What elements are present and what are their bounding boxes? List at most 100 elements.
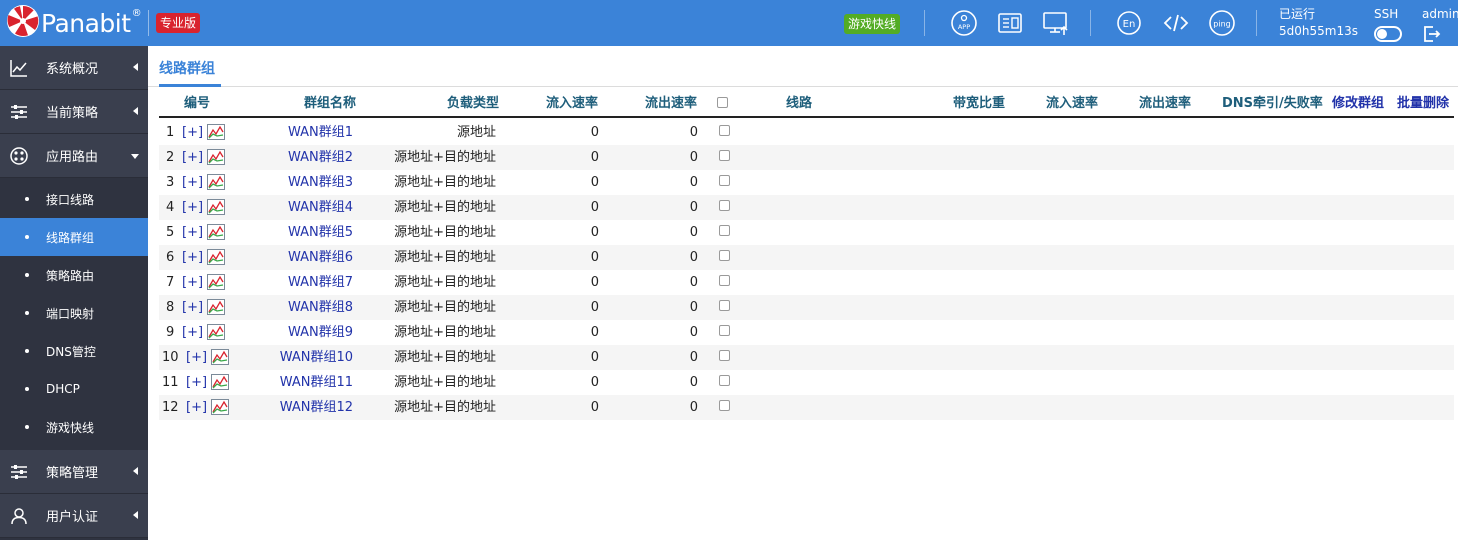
logo[interactable]: Panabit ® (6, 5, 142, 40)
col-header-in-rate[interactable]: 流入速率 (546, 92, 598, 117)
sidebar-item-current-policy[interactable]: 当前策略 (0, 90, 148, 134)
row-checkbox[interactable] (719, 325, 730, 336)
row-checkbox[interactable] (719, 125, 730, 136)
chevron-left-icon (133, 467, 138, 475)
group-name-link[interactable]: WAN群组5 (288, 220, 353, 245)
app-icon[interactable]: APP (950, 9, 978, 37)
sidebar-subitem-label: DNS管控 (46, 344, 96, 359)
row-checkbox[interactable] (719, 225, 730, 236)
group-name-link[interactable]: WAN群组10 (280, 345, 353, 370)
report-icon[interactable] (996, 9, 1024, 37)
row-checkbox[interactable] (719, 250, 730, 261)
in-rate: 0 (590, 150, 599, 165)
sidebar-item-user-auth[interactable]: 用户认证 (0, 494, 148, 538)
traffic-chart-icon[interactable] (211, 349, 229, 365)
row-id: 6 (166, 250, 175, 265)
traffic-chart-icon[interactable] (207, 224, 225, 240)
row-checkbox[interactable] (719, 300, 730, 311)
traffic-chart-icon[interactable] (207, 324, 225, 340)
row-id: 11 (162, 375, 179, 390)
bullet-icon (25, 349, 29, 353)
add-line-button[interactable]: [+] (182, 195, 203, 220)
sidebar-subitem-line-groups[interactable]: 线路群组 (0, 218, 148, 256)
group-name-link[interactable]: WAN群组6 (288, 245, 353, 270)
col-header-lb-type[interactable]: 负载类型 (447, 92, 499, 117)
traffic-chart-icon[interactable] (211, 374, 229, 390)
sidebar-subitem-dns-control[interactable]: DNS管控 (0, 332, 148, 370)
lb-type: 源地址+目的地址 (394, 400, 496, 415)
add-line-button[interactable]: [+] (182, 270, 203, 295)
sidebar-subitem-port-mapping[interactable]: 端口映射 (0, 294, 148, 332)
row-checkbox[interactable] (719, 350, 730, 361)
traffic-chart-icon[interactable] (207, 299, 225, 315)
in-rate: 0 (590, 175, 599, 190)
add-line-button[interactable]: [+] (186, 395, 207, 420)
sidebar-subitem-label: 线路群组 (46, 230, 95, 245)
ping-icon[interactable]: ping (1208, 9, 1236, 37)
sidebar-item-system-overview[interactable]: 系统概况 (0, 46, 148, 90)
add-line-button[interactable]: [+] (182, 320, 203, 345)
row-checkbox[interactable] (719, 150, 730, 161)
ssh-toggle[interactable] (1374, 26, 1402, 42)
group-name-link[interactable]: WAN群组8 (288, 295, 353, 320)
group-name-link[interactable]: WAN群组12 (280, 395, 353, 420)
group-name-link[interactable]: WAN群组9 (288, 320, 353, 345)
sidebar-item-label: 当前策略 (46, 106, 99, 121)
tab-line-groups[interactable]: 线路群组 (159, 58, 215, 78)
row-id: 12 (162, 400, 179, 415)
in-rate: 0 (590, 400, 599, 415)
group-name-link[interactable]: WAN群组11 (280, 370, 353, 395)
code-icon[interactable] (1162, 9, 1190, 37)
group-name-link[interactable]: WAN群组3 (288, 170, 353, 195)
select-all-checkbox[interactable] (717, 97, 728, 108)
add-line-button[interactable]: [+] (182, 170, 203, 195)
sidebar-item-policy-management[interactable]: 策略管理 (0, 450, 148, 494)
group-name-link[interactable]: WAN群组7 (288, 270, 353, 295)
traffic-chart-icon[interactable] (207, 199, 225, 215)
add-line-button[interactable]: [+] (182, 145, 203, 170)
table-row: 12 [+] WAN群组12 源地址+目的地址 0 0 (159, 395, 1454, 420)
traffic-chart-icon[interactable] (207, 174, 225, 190)
table-row: 11 [+] WAN群组11 源地址+目的地址 0 0 (159, 370, 1454, 395)
traffic-chart-icon[interactable] (207, 274, 225, 290)
monitor-icon[interactable] (1042, 9, 1070, 37)
traffic-chart-icon[interactable] (211, 399, 229, 415)
add-line-button[interactable]: [+] (186, 345, 207, 370)
add-line-button[interactable]: [+] (182, 220, 203, 245)
logout-icon[interactable] (1422, 25, 1442, 43)
col-header-out-rate[interactable]: 流出速率 (645, 92, 697, 117)
traffic-chart-icon[interactable] (207, 149, 225, 165)
sidebar-subitem-interface-lines[interactable]: 接口线路 (0, 180, 148, 218)
lb-type: 源地址+目的地址 (394, 300, 496, 315)
sidebar-subitem-dhcp[interactable]: DHCP (0, 370, 148, 408)
col-header-dns: DNS牵引/失败率 (1222, 96, 1323, 111)
row-id: 9 (166, 325, 175, 340)
row-checkbox[interactable] (719, 375, 730, 386)
admin-username[interactable]: admin (1422, 6, 1458, 23)
col-header-group-name[interactable]: 群组名称 (304, 92, 356, 117)
in-rate: 0 (590, 250, 599, 265)
sliders-icon (10, 463, 28, 481)
sidebar-subitem-game-fastline[interactable]: 游戏快线 (0, 408, 148, 446)
edit-group-link[interactable]: 修改群组 (1332, 92, 1384, 117)
add-line-button[interactable]: [+] (182, 295, 203, 320)
group-name-link[interactable]: WAN群组2 (288, 145, 353, 170)
add-line-button[interactable]: [+] (182, 120, 203, 145)
row-checkbox[interactable] (719, 275, 730, 286)
sidebar-subitem-policy-routing[interactable]: 策略路由 (0, 256, 148, 294)
row-checkbox[interactable] (719, 200, 730, 211)
game-fastline-button[interactable]: 游戏快线 (844, 14, 901, 34)
add-line-button[interactable]: [+] (186, 370, 207, 395)
batch-delete-link[interactable]: 批量删除 (1397, 92, 1449, 117)
traffic-chart-icon[interactable] (207, 124, 225, 140)
traffic-chart-icon[interactable] (207, 249, 225, 265)
group-name-link[interactable]: WAN群组1 (288, 120, 353, 145)
sidebar-item-label: 应用路由 (46, 150, 99, 165)
add-line-button[interactable]: [+] (182, 245, 203, 270)
row-checkbox[interactable] (719, 175, 730, 186)
sidebar-item-app-routing[interactable]: 应用路由 (0, 134, 148, 178)
language-en-icon[interactable]: En (1115, 9, 1143, 37)
col-header-id[interactable]: 编号 (184, 92, 210, 117)
group-name-link[interactable]: WAN群组4 (288, 195, 353, 220)
row-checkbox[interactable] (719, 400, 730, 411)
